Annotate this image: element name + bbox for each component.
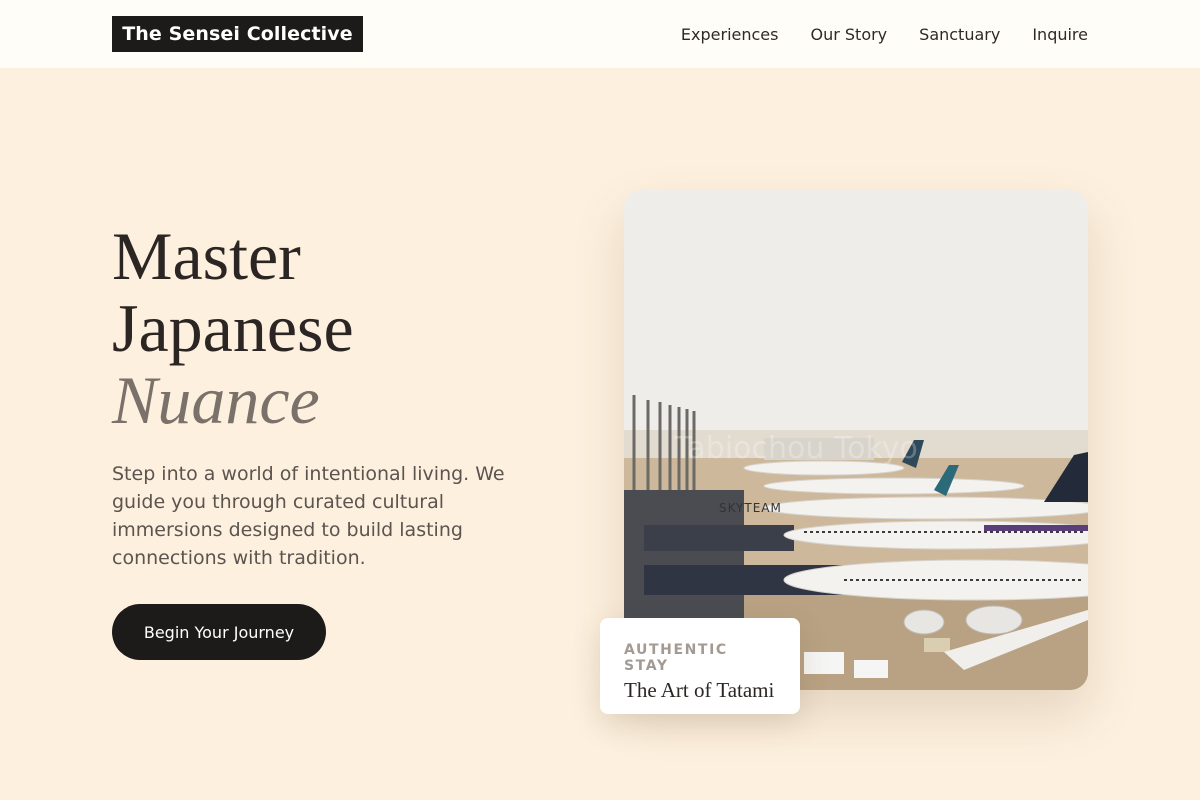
svg-text:Tabiochou Tokyo: Tabiochou Tokyo [673, 431, 918, 466]
site-header: The Sensei Collective Experiences Our St… [0, 0, 1200, 68]
hero-title-accent: Nuance [112, 362, 320, 438]
feature-eyebrow: AUTHENTIC STAY [624, 642, 728, 674]
feature-title: The Art of Tatami [624, 678, 775, 702]
nav-inquire[interactable]: Inquire [1032, 25, 1088, 44]
main-nav: Experiences Our Story Sanctuary Inquire [681, 0, 1088, 68]
hero-title: Master Japanese Nuance [112, 220, 354, 436]
nav-our-story[interactable]: Our Story [810, 25, 887, 44]
begin-journey-button[interactable]: Begin Your Journey [112, 604, 326, 660]
hero-title-line-2: Japanese [112, 290, 354, 366]
nav-experiences[interactable]: Experiences [681, 25, 779, 44]
svg-text:SKYTEAM: SKYTEAM [719, 501, 782, 515]
feature-image: Tabiochou Tokyo SKYTEAM [624, 190, 1088, 690]
hero-title-line-1: Master [112, 218, 301, 294]
site-logo[interactable]: The Sensei Collective [112, 16, 363, 52]
hero-description: Step into a world of intentional living.… [112, 463, 505, 569]
feature-caption-card[interactable]: AUTHENTIC STAY The Art of Tatami [600, 618, 800, 714]
nav-sanctuary[interactable]: Sanctuary [919, 25, 1000, 44]
